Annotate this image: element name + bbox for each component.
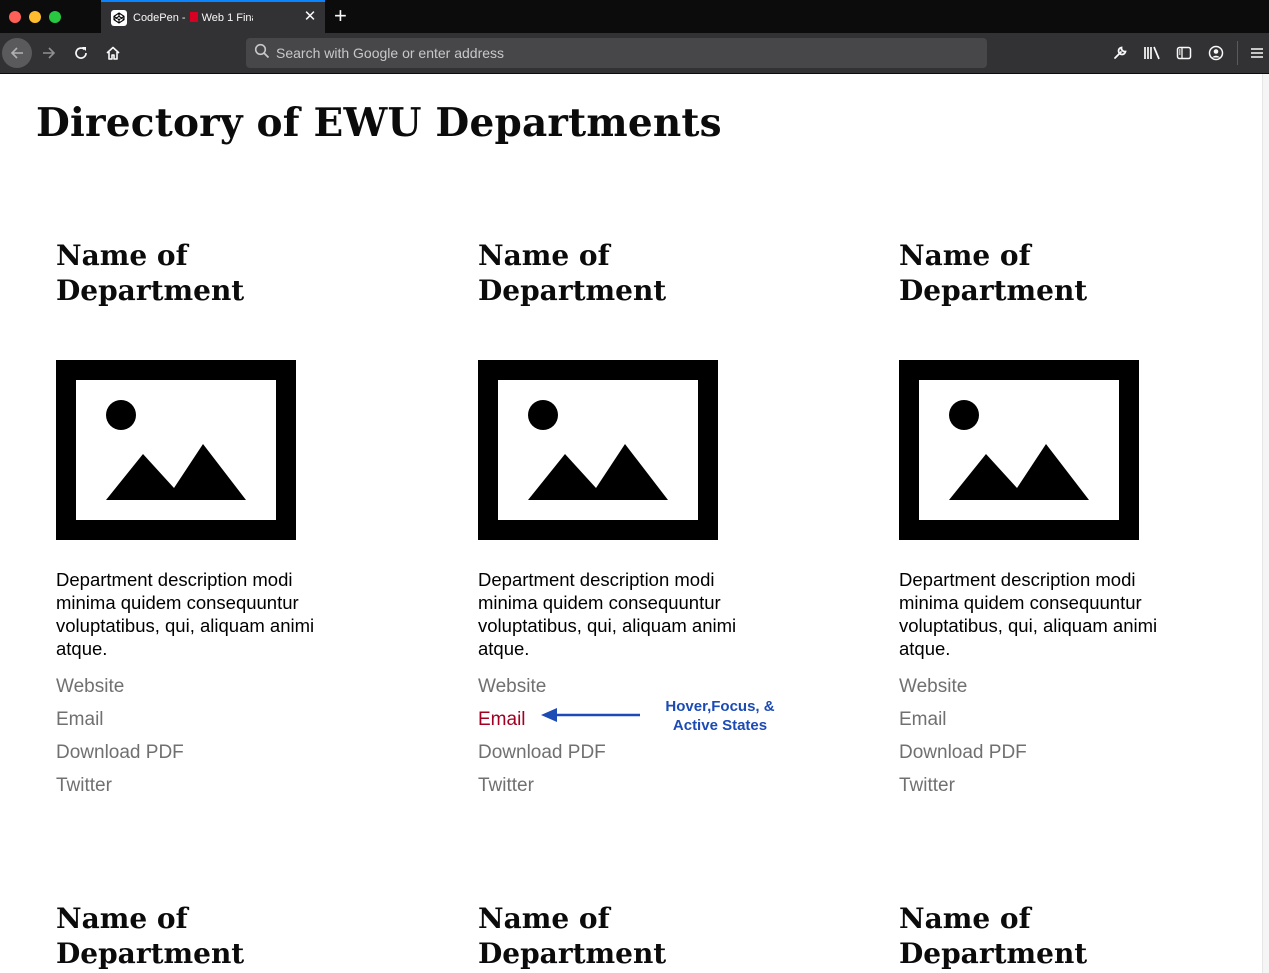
department-name: Name of Department	[56, 902, 245, 970]
nav-toolbar	[0, 33, 1269, 74]
website-link[interactable]: Website	[899, 670, 1027, 703]
department-name: Name of Department	[478, 902, 667, 970]
department-name: Name of Department	[899, 239, 1088, 307]
department-name: Name of Department	[899, 902, 1088, 970]
department-name: Name of Department	[56, 239, 245, 307]
website-link[interactable]: Website	[478, 670, 606, 703]
department-name: Name of Department	[478, 239, 667, 307]
address-input[interactable]	[270, 39, 987, 67]
department-description: Department description modi minima quide…	[899, 569, 1158, 659]
department-links: Website Email Download PDF Twitter	[478, 670, 606, 802]
window-maximize-button[interactable]	[49, 11, 61, 23]
codepen-icon	[111, 9, 127, 26]
department-description: Department description modi minima quide…	[478, 569, 737, 659]
toolbar-divider	[1237, 41, 1238, 65]
page-title: Directory of EWU Departments	[36, 100, 722, 146]
url-bar[interactable]	[246, 38, 987, 68]
department-card: Name of Department	[899, 901, 1199, 971]
twitter-link[interactable]: Twitter	[478, 769, 606, 802]
email-link[interactable]: Email	[899, 703, 1027, 736]
department-description: Department description modi minima quide…	[56, 569, 315, 659]
page-content: Directory of EWU Departments Name of Dep…	[0, 74, 1262, 973]
tab-title: CodePen - Web 1 Final [Solu	[133, 11, 253, 24]
sidebar-icon[interactable]	[1172, 41, 1196, 65]
email-link[interactable]: Email	[56, 703, 184, 736]
download-pdf-link[interactable]: Download PDF	[478, 736, 606, 769]
library-icon[interactable]	[1140, 41, 1164, 65]
department-links: Website Email Download PDF Twitter	[56, 670, 184, 802]
reload-icon[interactable]	[66, 38, 96, 68]
close-tab-icon[interactable]: ✕	[303, 9, 317, 24]
tab-title-prefix: CodePen -	[133, 11, 186, 24]
back-arrow-icon[interactable]	[2, 38, 32, 68]
department-card: Name of Department	[56, 901, 356, 971]
window-minimize-button[interactable]	[29, 11, 41, 23]
search-icon	[254, 43, 270, 64]
annotation-arrow-icon	[541, 708, 640, 722]
twitter-link[interactable]: Twitter	[899, 769, 1027, 802]
twitter-link[interactable]: Twitter	[56, 769, 184, 802]
download-pdf-link[interactable]: Download PDF	[899, 736, 1027, 769]
image-placeholder-icon	[899, 360, 1139, 540]
download-pdf-link[interactable]: Download PDF	[56, 736, 184, 769]
department-card: Name of Department Department descriptio…	[899, 238, 1199, 796]
home-icon[interactable]	[98, 38, 128, 68]
vertical-scrollbar[interactable]	[1262, 74, 1269, 973]
window-close-button[interactable]	[9, 11, 21, 23]
browser-tab[interactable]: CodePen - Web 1 Final [Solu ✕	[101, 0, 325, 33]
pdf-icon	[189, 11, 198, 22]
wrench-icon[interactable]	[1108, 41, 1132, 65]
website-link[interactable]: Website	[56, 670, 184, 703]
annotation-label: Hover,Focus, & Active States	[665, 698, 775, 734]
new-tab-button[interactable]: +	[334, 4, 347, 28]
hamburger-menu-icon[interactable]	[1245, 41, 1269, 65]
tab-title-rest: Web 1 Final [Solu	[201, 11, 253, 24]
image-placeholder-icon	[56, 360, 296, 540]
forward-arrow-icon[interactable]	[34, 38, 64, 68]
account-icon[interactable]	[1204, 41, 1228, 65]
image-placeholder-icon	[478, 360, 718, 540]
department-card: Name of Department Department descriptio…	[56, 238, 356, 796]
department-card: Name of Department	[478, 901, 778, 971]
department-card: Name of Department Department descriptio…	[478, 238, 778, 796]
title-bar: CodePen - Web 1 Final [Solu ✕ +	[0, 0, 1269, 33]
department-links: Website Email Download PDF Twitter	[899, 670, 1027, 802]
